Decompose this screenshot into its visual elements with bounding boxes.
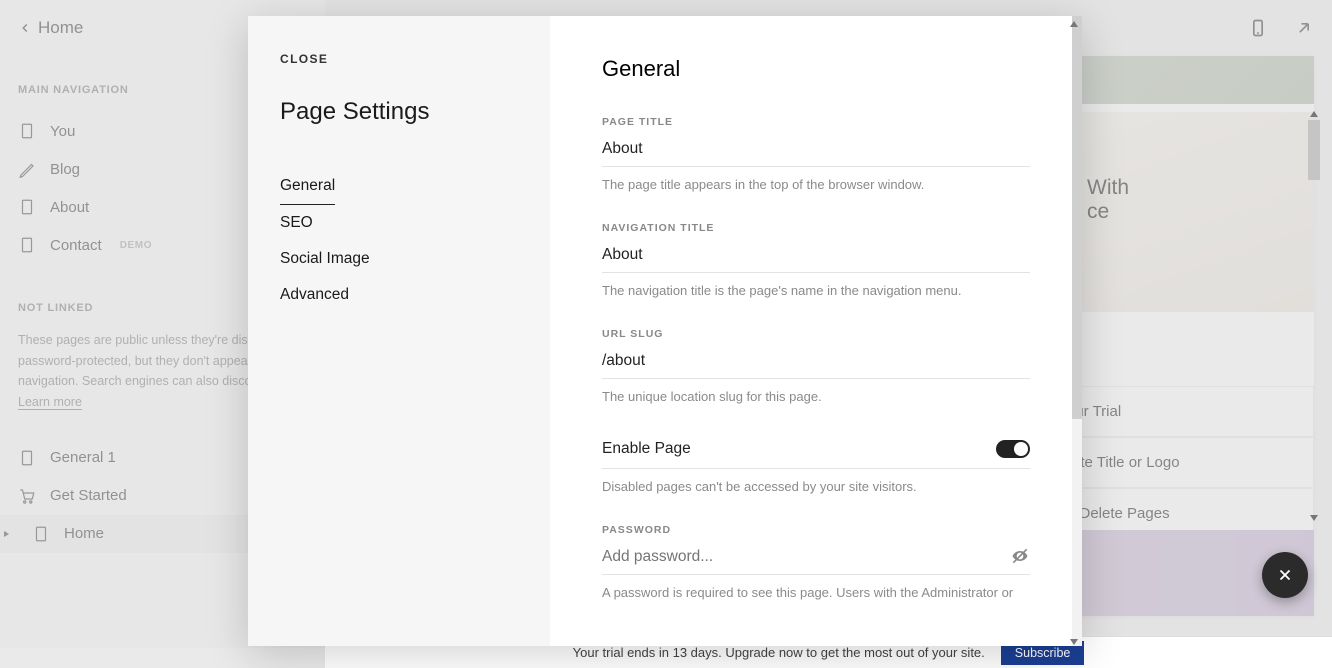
- page-title-help: The page title appears in the top of the…: [602, 177, 1030, 192]
- modal-title: Page Settings: [280, 98, 518, 126]
- url-slug-help: The unique location slug for this page.: [602, 389, 1030, 404]
- nav-title-help: The navigation title is the page's name …: [602, 283, 1030, 298]
- visibility-off-icon[interactable]: [1010, 546, 1030, 566]
- scroll-up-icon[interactable]: [1068, 18, 1080, 30]
- trial-text: Your trial ends in 13 days. Upgrade now …: [573, 645, 985, 660]
- close-fab[interactable]: [1262, 552, 1308, 598]
- modal-scrollbar-thumb[interactable]: [1072, 16, 1082, 419]
- nav-title-input[interactable]: [602, 242, 1030, 273]
- tab-social-image[interactable]: Social Image: [280, 241, 370, 277]
- tab-general[interactable]: General: [280, 168, 335, 205]
- modal-sidebar: CLOSE Page Settings General SEO Social I…: [248, 16, 550, 646]
- page-title-label: PAGE TITLE: [602, 116, 1030, 128]
- password-label: PASSWORD: [602, 524, 1030, 536]
- nav-title-label: NAVIGATION TITLE: [602, 222, 1030, 234]
- url-slug-label: URL SLUG: [602, 328, 1030, 340]
- scroll-down-icon[interactable]: [1068, 636, 1080, 648]
- section-heading: General: [602, 56, 1030, 82]
- enable-page-help: Disabled pages can't be accessed by your…: [602, 479, 1030, 494]
- close-icon: [1276, 566, 1294, 584]
- page-settings-modal: CLOSE Page Settings General SEO Social I…: [248, 16, 1082, 646]
- password-input[interactable]: [602, 544, 1030, 575]
- password-help: A password is required to see this page.…: [602, 585, 1030, 600]
- tab-seo[interactable]: SEO: [280, 205, 313, 241]
- tab-advanced[interactable]: Advanced: [280, 277, 349, 313]
- close-button[interactable]: CLOSE: [280, 52, 518, 66]
- preview-scroll-up-icon[interactable]: [1308, 108, 1320, 120]
- preview-scrollbar-thumb[interactable]: [1308, 120, 1320, 180]
- enable-page-label: Enable Page: [602, 440, 691, 458]
- url-slug-input[interactable]: [602, 348, 1030, 379]
- enable-page-toggle[interactable]: [996, 440, 1030, 458]
- page-title-input[interactable]: [602, 136, 1030, 167]
- modal-content: General PAGE TITLE The page title appear…: [550, 16, 1082, 646]
- preview-scroll-down-icon[interactable]: [1308, 512, 1320, 524]
